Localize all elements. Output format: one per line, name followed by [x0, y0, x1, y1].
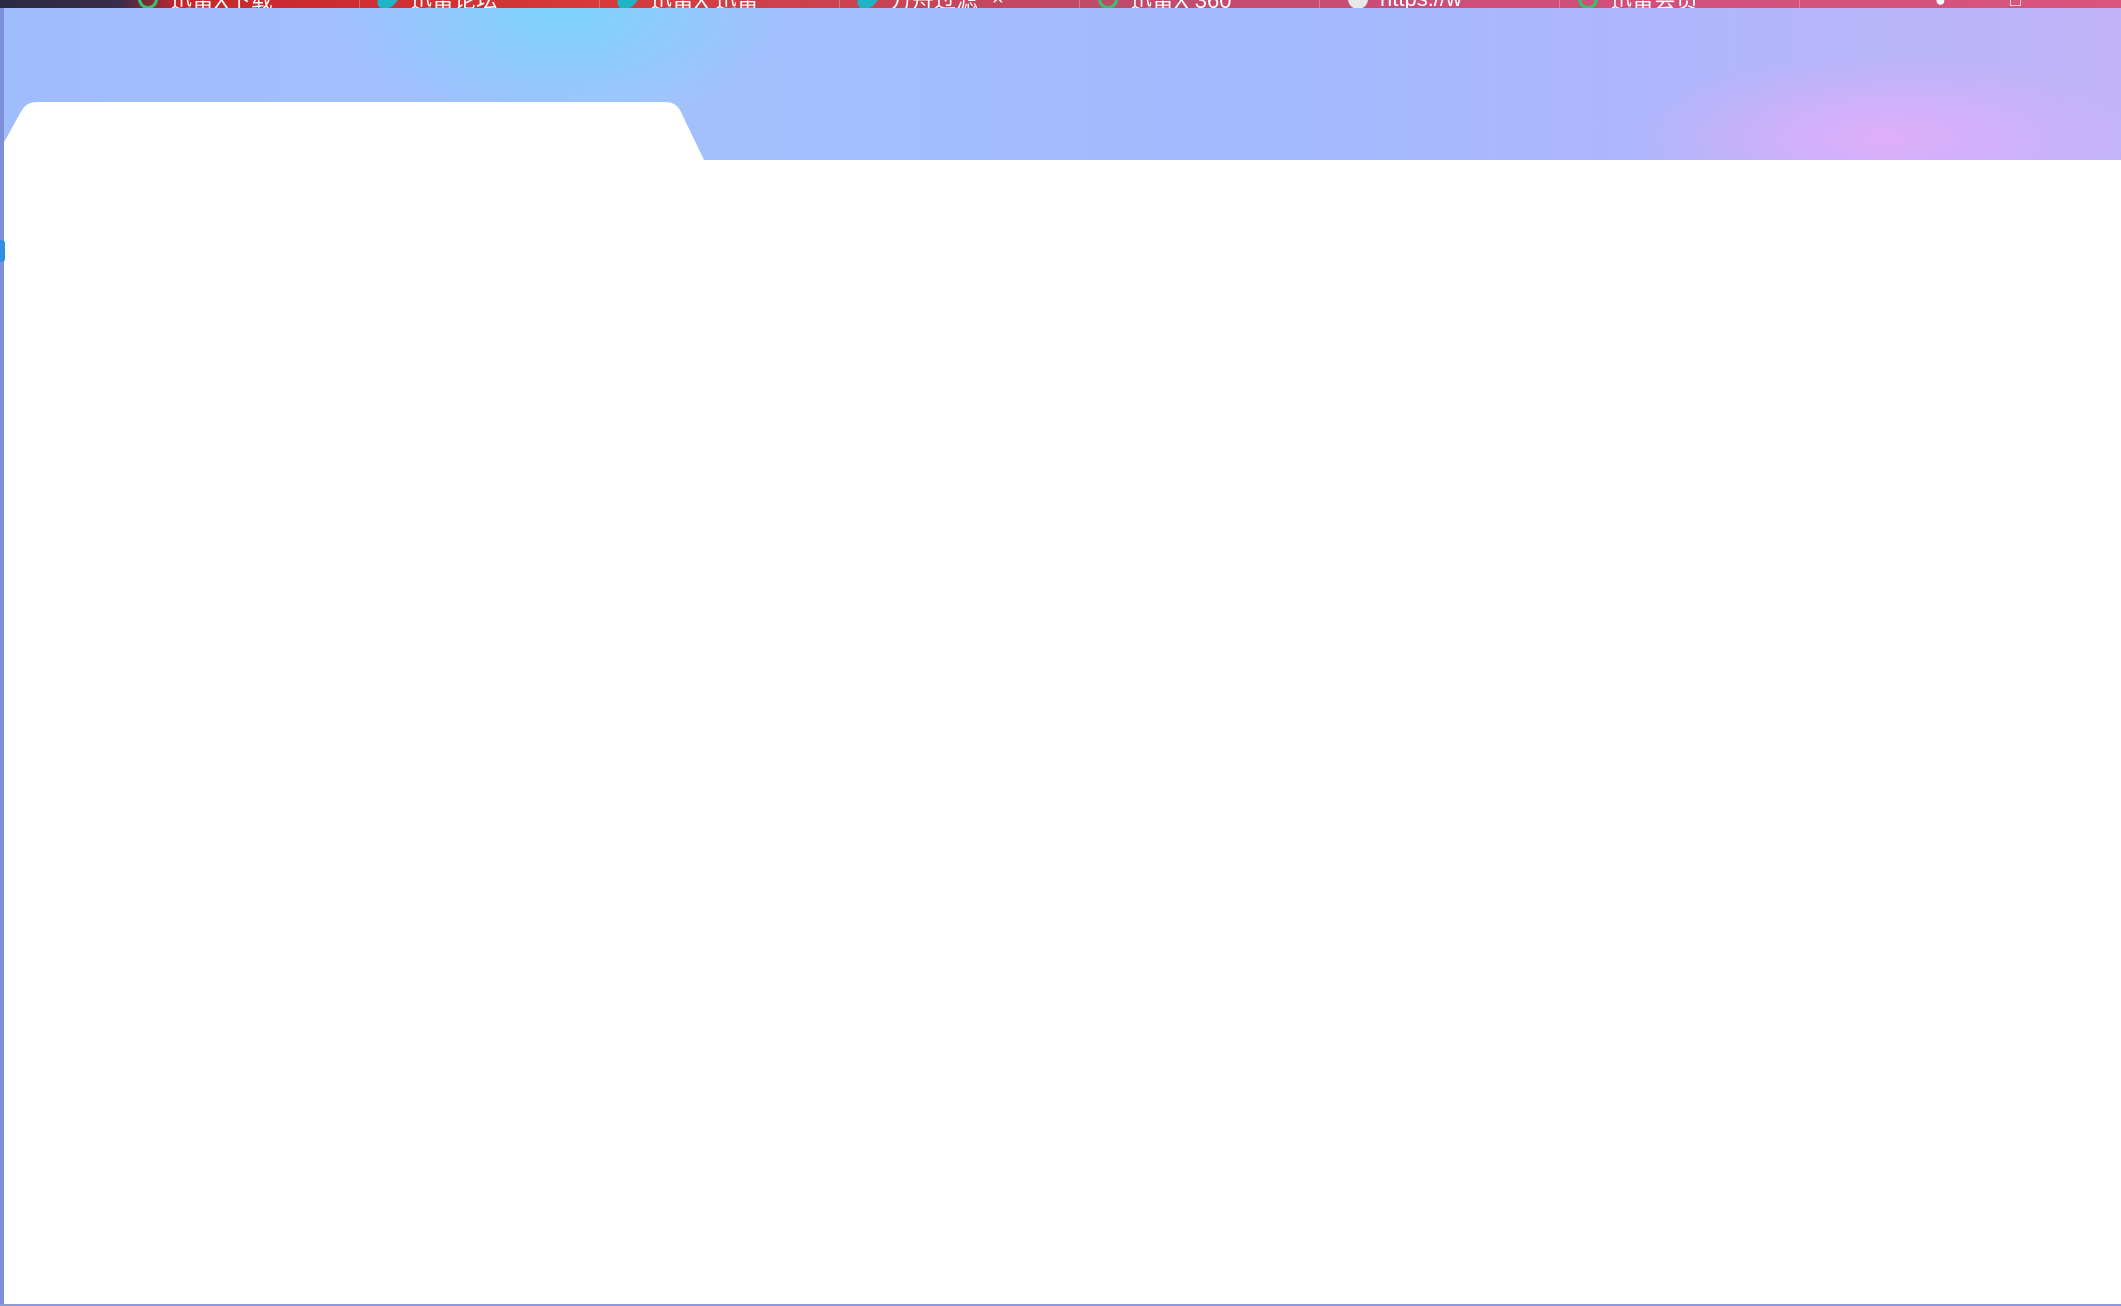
browser-window: 迅雷X下载 迅雷论坛 迅雷X 迅雷 方舟过滤 × 迅雷X 360 https:/…	[0, 0, 2121, 1306]
tab-title: 迅雷会员	[1610, 0, 1698, 8]
green-ring-icon	[1098, 0, 1118, 8]
tab-5[interactable]: https://w	[1340, 0, 1560, 8]
window-left-border	[0, 8, 4, 1306]
teal-arrow-icon	[614, 0, 642, 8]
tab-4[interactable]: 迅雷X 360	[1090, 0, 1320, 8]
tab-title: https://w	[1380, 0, 1462, 8]
tab-1[interactable]: 迅雷论坛	[370, 0, 600, 8]
close-tab-icon[interactable]: ×	[992, 0, 1004, 8]
tab-title: 迅雷X 迅雷	[650, 0, 759, 8]
green-ring-icon	[1578, 0, 1598, 8]
window-control-icon[interactable]: □	[2010, 0, 2021, 8]
tab-title: 迅雷论坛	[410, 0, 498, 8]
document-icon	[1348, 0, 1368, 8]
teal-arrow-icon	[374, 0, 402, 8]
tab-title: 迅雷X下载	[170, 0, 273, 8]
teal-arrow-icon	[854, 0, 882, 8]
green-ring-icon	[138, 0, 158, 8]
tab-2[interactable]: 迅雷X 迅雷	[610, 0, 840, 8]
tab-0[interactable]: 迅雷X下载	[130, 0, 360, 8]
tab-title: 方舟过滤	[890, 0, 978, 8]
tab-title: 迅雷X 360	[1130, 0, 1232, 8]
tab-3[interactable]: 方舟过滤 ×	[850, 0, 1080, 8]
browser-tab-strip: 迅雷X下载 迅雷论坛 迅雷X 迅雷 方舟过滤 × 迅雷X 360 https:/…	[0, 0, 2121, 8]
left-edge-indicator	[0, 240, 5, 262]
card-tab-shape	[4, 102, 2121, 1306]
content-card	[4, 102, 2121, 1306]
profile-icon[interactable]: ●	[1935, 0, 1946, 8]
tab-6[interactable]: 迅雷会员	[1570, 0, 1800, 8]
